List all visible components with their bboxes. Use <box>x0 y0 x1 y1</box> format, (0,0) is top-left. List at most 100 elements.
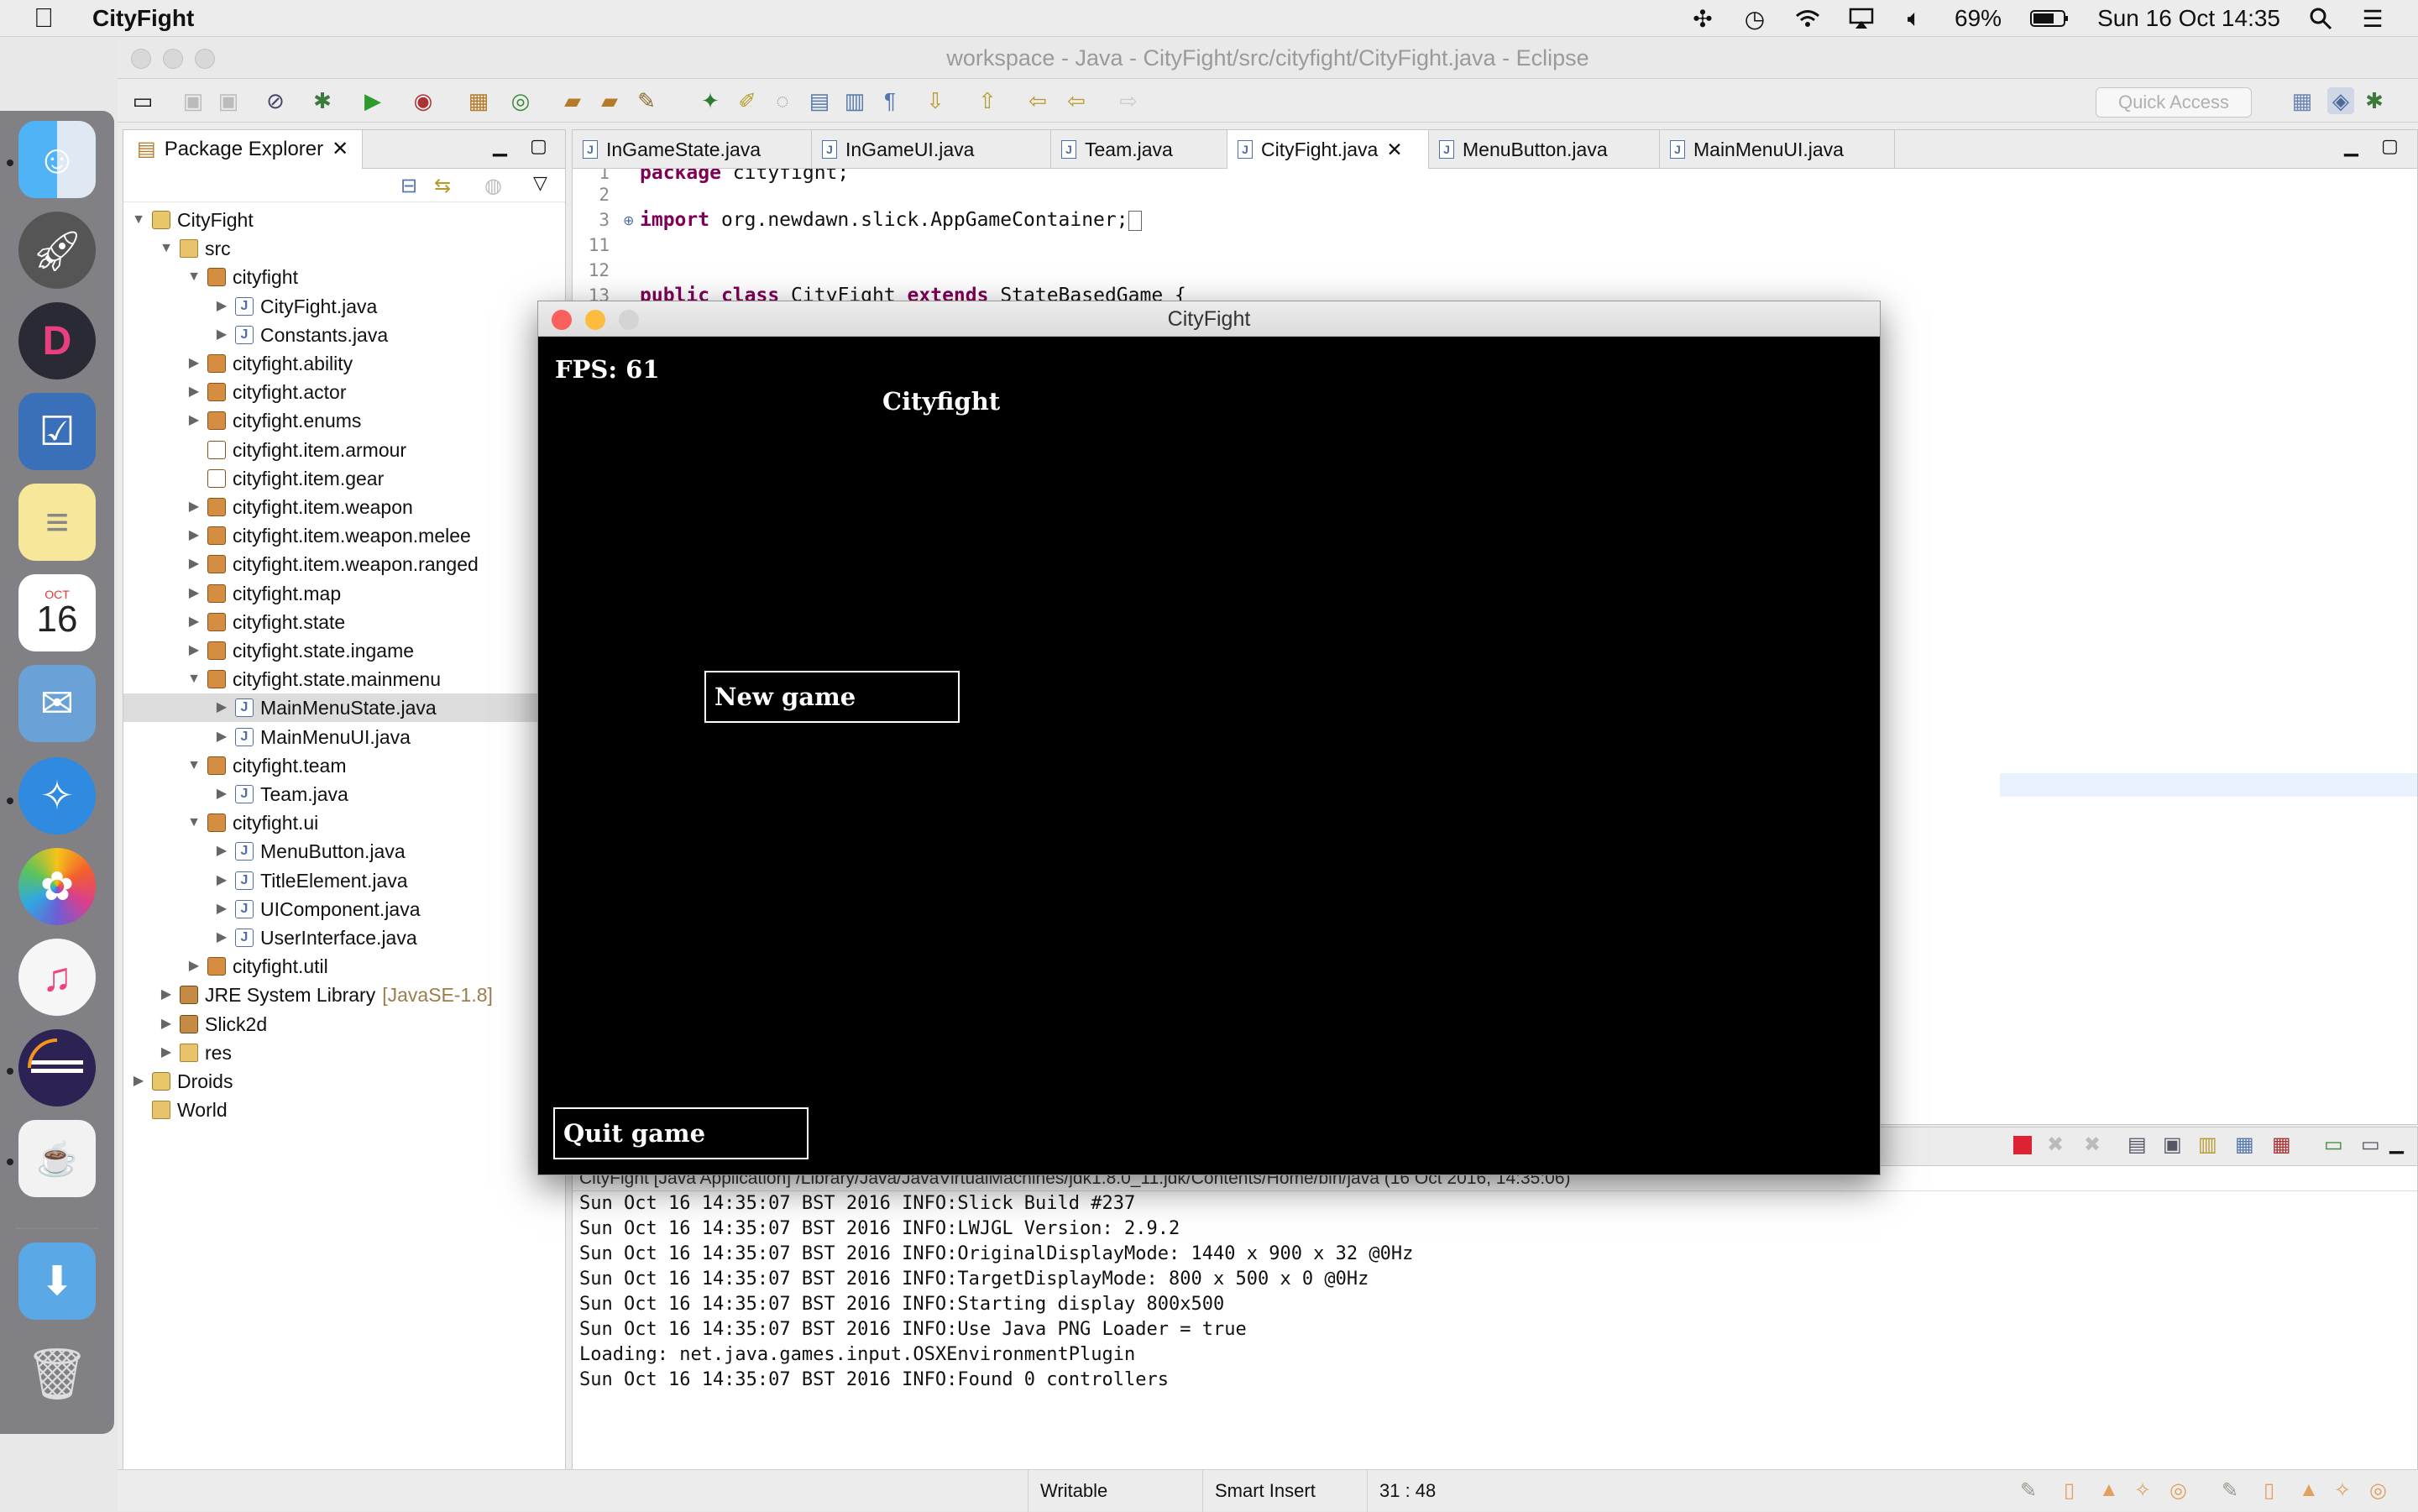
collapsed-arrow-icon[interactable]: ▶ <box>158 1010 175 1039</box>
book-icon[interactable]: ▯ <box>2264 1478 2274 1503</box>
tree-item[interactable]: ▶ cityfight.state.ingame <box>123 636 565 665</box>
word-wrap-icon[interactable]: ▥ <box>2198 1133 2217 1157</box>
collapsed-arrow-icon[interactable]: ▶ <box>186 550 202 578</box>
tree-item[interactable]: ▶ Droids <box>123 1067 565 1096</box>
tab-ingameui[interactable]: J InGameUI.java <box>812 130 1051 169</box>
wand-icon[interactable]: ✧ <box>2334 1478 2351 1503</box>
book-icon[interactable]: ▯ <box>2064 1478 2075 1503</box>
show-on-output-icon[interactable]: ▦ <box>2235 1133 2254 1157</box>
trash-icon[interactable]: 🗑︎ <box>18 1335 96 1412</box>
collapsed-arrow-icon[interactable]: ▶ <box>213 723 230 751</box>
expanded-arrow-icon[interactable]: ▼ <box>186 263 202 291</box>
clear-console-icon[interactable]: ▤ <box>2128 1133 2147 1157</box>
tab-ingamestate[interactable]: J InGameState.java <box>573 130 812 169</box>
minimize-icon[interactable]: ▁ <box>493 135 507 157</box>
zoom-button[interactable] <box>619 310 639 330</box>
notification-center-icon[interactable]: ☰ <box>2361 5 2384 32</box>
new-icon[interactable]: ▭ <box>129 87 156 114</box>
word-wrap-icon[interactable]: ▤ <box>806 87 833 114</box>
debug-icon[interactable]: ✱ <box>309 87 336 114</box>
tree-item[interactable]: ▼ cityfight <box>123 263 565 291</box>
collapsed-arrow-icon[interactable]: ▶ <box>213 923 230 952</box>
tree-item[interactable]: ▶ cityfight.util <box>123 952 565 981</box>
remove-launch-icon[interactable]: ✖ <box>2047 1133 2064 1157</box>
wand-icon[interactable]: ✧ <box>2134 1478 2151 1503</box>
close-icon[interactable]: ✕ <box>332 130 348 169</box>
open-perspective-icon[interactable]: ▦ <box>2289 87 2316 114</box>
save-all-icon[interactable]: ▣ <box>215 87 242 114</box>
calendar-icon[interactable]: OCT 16 <box>18 574 96 651</box>
tree-item[interactable]: ▶ J MainMenuState.java <box>123 693 565 723</box>
scroll-lock-icon[interactable]: ▣ <box>2163 1133 2182 1157</box>
tab-menubutton[interactable]: J MenuButton.java <box>1429 130 1660 169</box>
collapsed-arrow-icon[interactable]: ▶ <box>213 866 230 895</box>
app-name-menu[interactable]: CityFight <box>92 5 194 32</box>
collapsed-arrow-icon[interactable]: ▶ <box>213 780 230 808</box>
block-selection-icon[interactable]: ◌ <box>769 87 796 114</box>
collapsed-arrow-icon[interactable]: ▶ <box>186 952 202 981</box>
forward-icon[interactable]: ⇨ <box>1115 87 1142 114</box>
collapsed-arrow-icon[interactable]: ▶ <box>213 321 230 349</box>
collapsed-arrow-icon[interactable]: ▶ <box>186 406 202 435</box>
new-game-button[interactable]: New game <box>704 671 960 723</box>
collapsed-arrow-icon[interactable]: ▶ <box>130 1067 147 1096</box>
back-icon[interactable]: ⇦ <box>1063 87 1090 114</box>
wifi-icon[interactable] <box>1795 5 1820 32</box>
mark-occurrences-icon[interactable]: ✐ <box>734 87 761 114</box>
toggle-icon[interactable]: ▥ <box>841 87 868 114</box>
volume-icon[interactable]: 🔈︎ <box>1902 5 1926 32</box>
tree-item[interactable]: ▶ J MenuButton.java <box>123 837 565 866</box>
collapsed-arrow-icon[interactable]: ▶ <box>186 579 202 608</box>
quit-game-button[interactable]: Quit game <box>553 1107 809 1159</box>
collapsed-arrow-icon[interactable]: ▶ <box>186 636 202 665</box>
tree-item[interactable]: ▶ cityfight.state <box>123 608 565 636</box>
save-icon[interactable]: ▣ <box>180 87 207 114</box>
notes-icon[interactable]: ≡ <box>18 484 96 561</box>
tree-item[interactable]: ▼ cityfight.state.mainmenu <box>123 665 565 693</box>
tree-item[interactable]: ▶ cityfight.enums <box>123 406 565 435</box>
open-type-icon[interactable]: ▰ <box>559 87 586 114</box>
downloads-folder-icon[interactable]: ⬇ <box>18 1243 96 1320</box>
tree-item[interactable]: ▶ J UIComponent.java <box>123 895 565 923</box>
tree-item[interactable]: ▶ J TitleElement.java <box>123 866 565 895</box>
collapsed-arrow-icon[interactable]: ▶ <box>186 378 202 406</box>
tab-cityfight[interactable]: J CityFight.java ✕ <box>1227 130 1429 169</box>
tree-item[interactable]: ▶ cityfight.map <box>123 579 565 608</box>
minimize-button[interactable] <box>163 49 183 69</box>
tree-item[interactable]: ▶ cityfight.item.weapon.ranged <box>123 550 565 578</box>
spotlight-search-icon[interactable] <box>2309 5 2332 32</box>
minimize-icon[interactable]: ▁ <box>2344 135 2358 157</box>
show-whitespace-icon[interactable]: ¶ <box>877 87 903 114</box>
maximize-icon[interactable]: ▢ <box>530 135 547 157</box>
photos-icon[interactable]: ✿ <box>18 848 96 925</box>
search-icon[interactable]: ✎ <box>633 87 660 114</box>
tree-item[interactable]: ▼ CityFight <box>123 206 565 234</box>
minimize-icon[interactable]: ▁ <box>2389 1133 2404 1154</box>
external-tools-icon[interactable]: ◉ <box>410 87 437 114</box>
show-on-error-icon[interactable]: ▦ <box>2272 1133 2291 1157</box>
remove-all-icon[interactable]: ✖ <box>2084 1133 2101 1157</box>
expanded-arrow-icon[interactable]: ▼ <box>186 751 202 780</box>
expanded-arrow-icon[interactable]: ▼ <box>130 206 147 234</box>
focus-icon[interactable]: ◍ <box>484 174 502 198</box>
fold-expand-icon[interactable]: ⊕ <box>623 212 634 229</box>
new-package-icon[interactable]: ▦ <box>465 87 492 114</box>
tab-mainmenuui[interactable]: J MainMenuUI.java <box>1660 130 1895 169</box>
java-perspective-icon[interactable]: ◈ <box>2327 87 2354 114</box>
link-with-editor-icon[interactable]: ⇆ <box>434 174 451 198</box>
launchpad-icon[interactable]: 🚀︎ <box>18 212 96 289</box>
eclipse-icon[interactable] <box>18 1029 96 1107</box>
itunes-icon[interactable]: ♫ <box>18 939 96 1016</box>
expanded-arrow-icon[interactable]: ▼ <box>186 665 202 693</box>
close-icon[interactable]: ✕ <box>1386 130 1402 169</box>
maximize-icon[interactable]: ▢ <box>2381 135 2399 157</box>
tree-item[interactable]: ▶ J Constants.java <box>123 321 565 349</box>
last-edit-icon[interactable]: ⇦ <box>1024 87 1051 114</box>
collapsed-arrow-icon[interactable]: ▶ <box>186 349 202 378</box>
tree-item[interactable]: ▶ Slick2d <box>123 1010 565 1039</box>
collapsed-arrow-icon[interactable]: ▶ <box>213 292 230 321</box>
tree-item[interactable]: ▶ cityfight.actor <box>123 378 565 406</box>
tree-item[interactable]: ▶ J UserInterface.java <box>123 923 565 952</box>
expanded-arrow-icon[interactable]: ▼ <box>158 234 175 263</box>
tree-item[interactable]: ▶ res <box>123 1039 565 1067</box>
